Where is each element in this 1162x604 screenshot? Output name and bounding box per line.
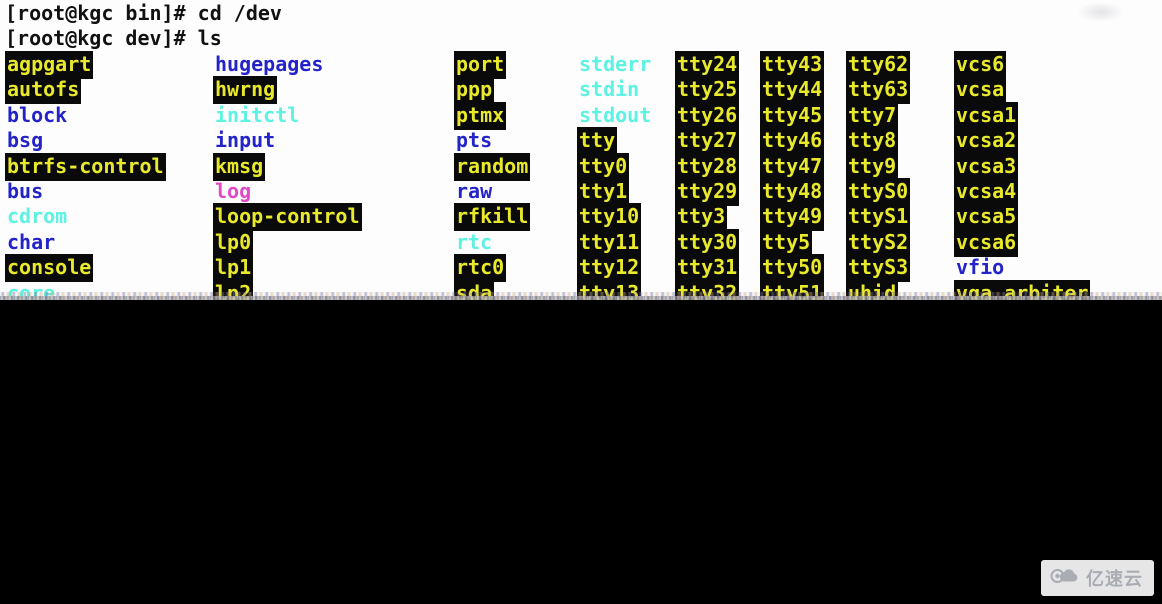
ls-entry: agpgart [5, 51, 94, 79]
ls-entry: lp0 [213, 228, 254, 257]
prompt-line-1: [root@kgc bin]# cd /dev [5, 1, 282, 25]
ls-entry: input [215, 128, 276, 153]
ls-entry: stderr [579, 52, 652, 76]
ls-entry: tty12 [577, 254, 642, 283]
ls-entry: tty0 [577, 152, 630, 181]
ls-entry: tty62 [846, 51, 911, 79]
watermark: 亿速云 [1041, 560, 1154, 596]
ls-entry: rtc0 [454, 254, 507, 283]
ls-entry: tty48 [760, 178, 825, 206]
ls-entry: rfkill [454, 203, 531, 232]
ls-entry: vcsa [954, 76, 1007, 105]
ls-entry: random [454, 152, 531, 181]
ls-entry: hugepages [215, 52, 324, 76]
ls-entry: bsg [7, 128, 44, 153]
ls-entry: tty46 [760, 127, 825, 156]
ls-entry: port [454, 51, 507, 79]
ls-entry: raw [456, 179, 493, 203]
ls-entry: tty50 [760, 254, 825, 283]
ls-entry: vfio [956, 255, 1005, 280]
ls-entry: tty63 [846, 76, 911, 105]
ls-entry: loop-control [213, 203, 362, 232]
capture-smudge [1078, 2, 1124, 22]
ls-entry: lp1 [213, 254, 254, 283]
prompt-line-2: [root@kgc dev]# ls [5, 26, 222, 50]
ls-entry: tty27 [675, 127, 740, 156]
ls-entry: ptmx [454, 101, 507, 130]
ls-entry: tty47 [760, 152, 825, 181]
cloud-icon [1050, 567, 1080, 589]
ls-entry: tty43 [760, 51, 825, 79]
ls-entry: tty31 [675, 254, 740, 283]
ls-entry: ppp [454, 76, 495, 105]
ls-entry: kmsg [213, 152, 266, 181]
ls-entry: stdout [579, 102, 652, 127]
ls-entry: vcsa1 [954, 101, 1019, 130]
ls-entry: btrfs-control [5, 152, 166, 181]
ls-entry: tty8 [846, 127, 899, 156]
ls-entry: ttyS3 [846, 254, 911, 283]
ls-entry: tty11 [577, 228, 642, 257]
ls-entry: log [215, 179, 252, 203]
capture-tear-edge [0, 296, 1162, 300]
ls-entry: vcsa3 [954, 152, 1019, 181]
ls-entry: tty26 [675, 101, 740, 130]
ls-entry: tty49 [760, 203, 825, 232]
ls-entry: tty9 [846, 152, 899, 181]
ls-entry: ttyS0 [846, 178, 911, 206]
ls-entry: stdin [579, 77, 640, 102]
ls-entry: char [7, 229, 56, 254]
ls-entry: cdrom [7, 204, 68, 229]
watermark-label: 亿速云 [1086, 569, 1143, 590]
ls-entry: console [5, 254, 94, 283]
ls-entry: tty24 [675, 51, 740, 79]
ls-entry: tty10 [577, 203, 642, 232]
ls-entry: tty7 [846, 101, 899, 130]
ls-entry: vcsa6 [954, 228, 1019, 257]
ls-entry: bus [7, 179, 44, 203]
ls-entry: vcsa4 [954, 178, 1019, 206]
ls-entry: vcs6 [954, 51, 1007, 79]
ls-entry: tty5 [760, 228, 813, 257]
ls-entry: tty28 [675, 152, 740, 181]
ls-entry: ttyS1 [846, 203, 911, 232]
ls-entry: tty25 [675, 76, 740, 105]
ls-entry: rtc [456, 229, 493, 254]
ls-entry: pts [456, 128, 493, 153]
screenshot-root: [root@kgc bin]# cd /dev [root@kgc dev]# … [0, 0, 1162, 604]
ls-entry: block [7, 102, 68, 127]
ls-entry: ttyS2 [846, 228, 911, 257]
ls-entry: hwrng [213, 76, 278, 105]
ls-entry: tty3 [675, 203, 728, 232]
ls-entry: initctl [215, 102, 300, 127]
ls-entry: tty29 [675, 178, 740, 206]
ls-entry: tty [577, 127, 618, 156]
ls-entry: tty44 [760, 76, 825, 105]
terminal-output-area[interactable]: [root@kgc bin]# cd /dev [root@kgc dev]# … [0, 0, 1162, 300]
ls-entry: tty45 [760, 101, 825, 130]
ls-entry: tty30 [675, 228, 740, 257]
ls-entry: vcsa2 [954, 127, 1019, 156]
ls-entry: vcsa5 [954, 203, 1019, 232]
ls-entry: autofs [5, 76, 82, 105]
ls-entry: tty1 [577, 178, 630, 206]
